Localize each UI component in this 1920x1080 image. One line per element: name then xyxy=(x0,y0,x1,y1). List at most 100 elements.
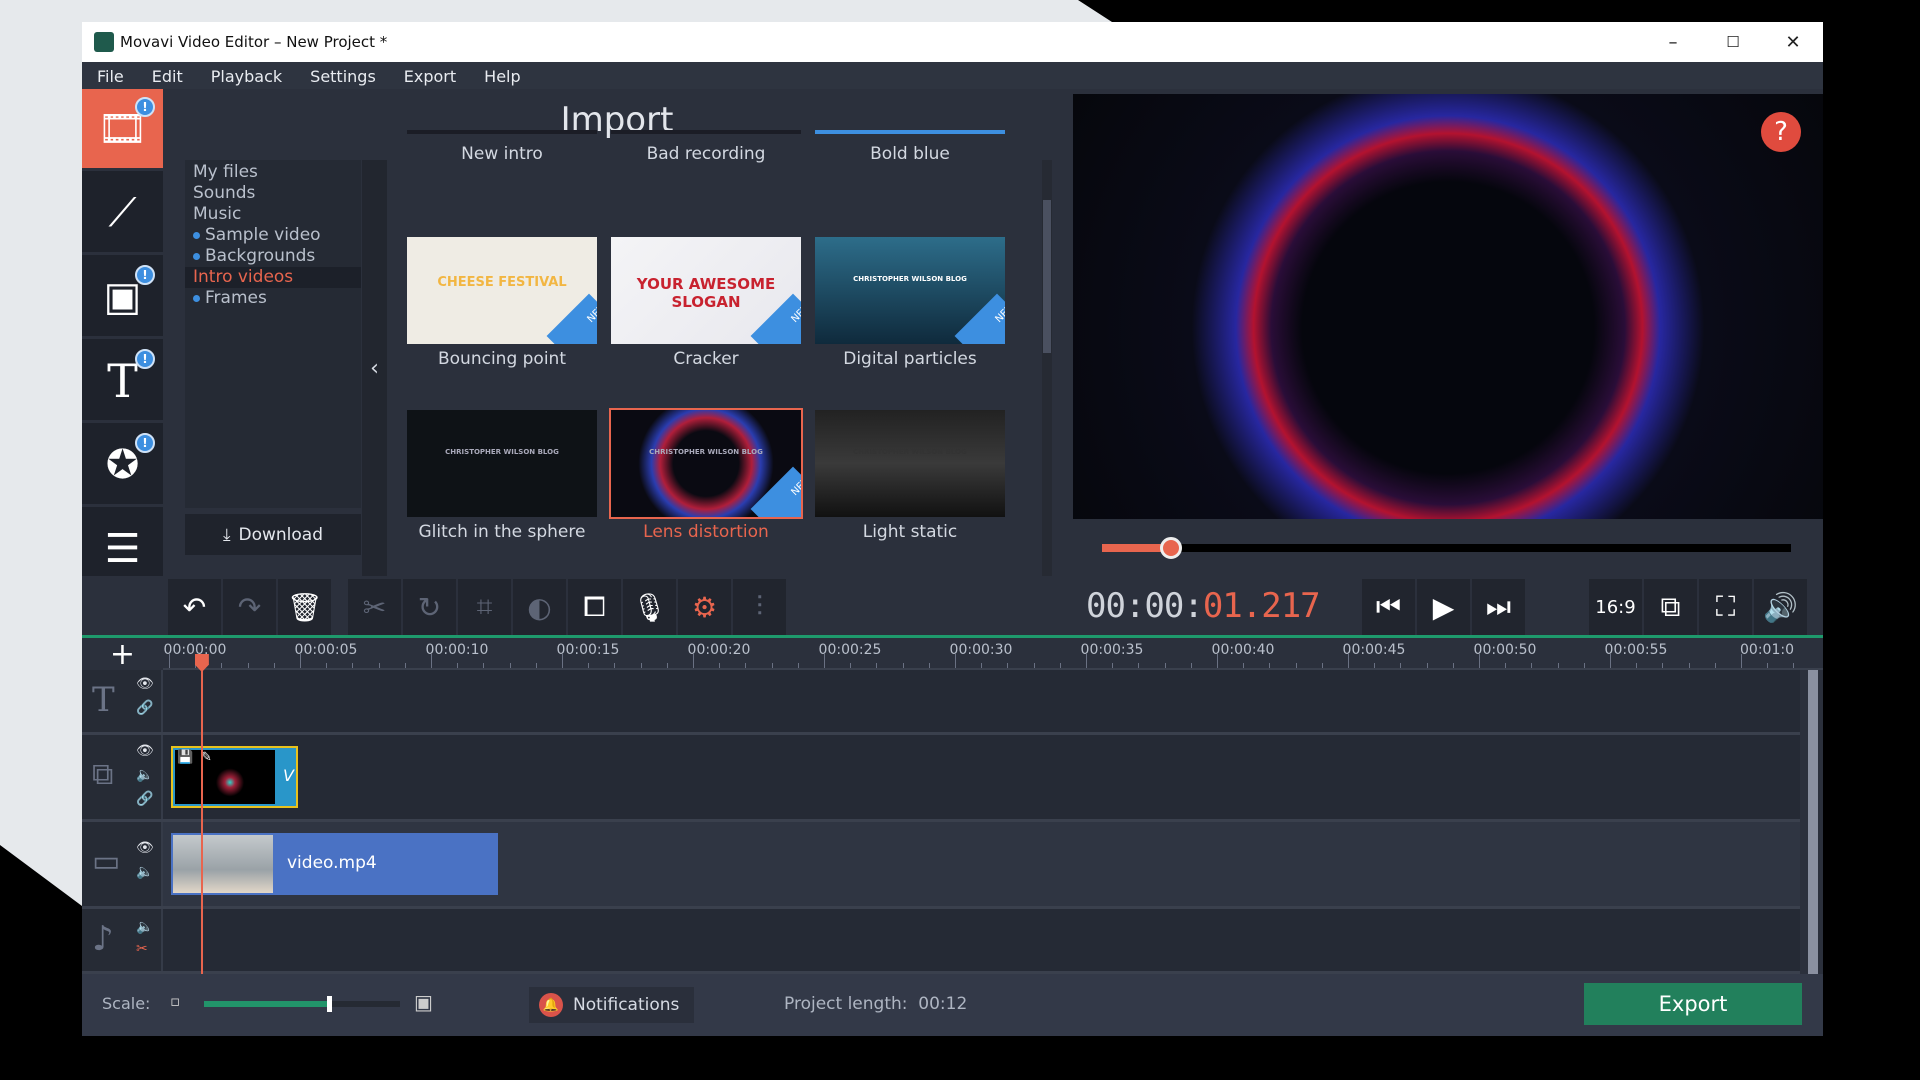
seek-handle[interactable] xyxy=(1159,537,1182,559)
menu-export[interactable]: Export xyxy=(389,62,469,89)
speaker-icon[interactable]: 🔈 xyxy=(136,919,153,935)
speaker-icon[interactable]: 🔈 xyxy=(136,767,153,783)
playhead[interactable] xyxy=(200,662,203,994)
ruler-tick xyxy=(1688,663,1690,668)
library-scrollbar[interactable] xyxy=(1042,160,1052,576)
play-icon: ▶ xyxy=(1432,590,1455,624)
unlink-icon[interactable]: ✂ xyxy=(136,941,148,957)
intro-thumbnail[interactable] xyxy=(611,130,801,134)
cut-button[interactable]: ✂ xyxy=(348,579,401,635)
redo-button[interactable]: ↷ xyxy=(223,579,276,635)
sidebar-effects[interactable]: ⟋ xyxy=(82,173,163,255)
menu-edit[interactable]: Edit xyxy=(137,62,196,89)
sidebar-import[interactable]: 🎞! xyxy=(82,89,163,171)
collapse-panel-button[interactable]: ‹ xyxy=(362,160,387,576)
clip-settings-icon: ⚙ xyxy=(691,590,718,624)
intro-label[interactable]: Bouncing point xyxy=(407,349,597,369)
previous-button[interactable]: ⏮ xyxy=(1362,579,1415,635)
intro-thumbnail[interactable]: YOUR AWESOME SLOGAN NEW xyxy=(611,237,801,344)
detach-preview-button[interactable]: ⧉ xyxy=(1644,579,1697,635)
intro-label[interactable]: Cracker xyxy=(611,349,801,369)
crop-button[interactable]: ⌗ xyxy=(458,579,511,635)
intro-label[interactable]: Glitch in the sphere xyxy=(407,522,597,542)
ruler-tick xyxy=(1164,663,1166,668)
download-button[interactable]: ⤓ Download xyxy=(185,514,361,555)
intro-label[interactable]: Bold blue xyxy=(815,144,1005,164)
intro-label[interactable]: New intro xyxy=(407,144,597,164)
video-clip[interactable]: video.mp4 xyxy=(171,833,498,895)
zoom-in-icon[interactable]: ▣ xyxy=(414,990,433,1014)
timeline-ruler[interactable]: 00:00:00 00:00:05 00:00:10 00:00:15 00:00:20… xyxy=(163,638,1823,670)
rotate-button[interactable]: ↻ xyxy=(403,579,456,635)
sidebar-more[interactable]: ☰ xyxy=(82,509,163,591)
ruler-tick xyxy=(483,663,485,668)
fullscreen-button[interactable]: ⛶ xyxy=(1699,579,1752,635)
speaker-icon[interactable]: 🔈 xyxy=(136,864,153,880)
category-item[interactable]: Frames xyxy=(185,288,361,309)
menu-settings[interactable]: Settings xyxy=(295,62,389,89)
category-item[interactable]: Sounds xyxy=(185,183,361,204)
intro-label[interactable]: Lens distortion xyxy=(611,522,801,542)
notifications-button[interactable]: 🔔 Notifications xyxy=(529,987,694,1023)
intro-thumbnail[interactable]: CHRISTOPHER WILSON BLOG xyxy=(815,410,1005,517)
sidebar-filters[interactable]: ▣! xyxy=(82,257,163,339)
scrollbar-thumb[interactable] xyxy=(1043,200,1051,353)
link-icon[interactable]: 🔗 xyxy=(136,791,153,807)
scale-handle[interactable] xyxy=(327,996,333,1012)
category-item[interactable]: Music xyxy=(185,204,361,225)
export-button[interactable]: Export xyxy=(1584,983,1802,1025)
sidebar-titles[interactable]: T! xyxy=(82,341,163,423)
equalizer-button[interactable]: ⫶ xyxy=(733,579,786,635)
sidebar-stickers[interactable]: ✪! xyxy=(82,425,163,507)
new-badge: NEW xyxy=(546,293,597,344)
clip-label: video.mp4 xyxy=(287,853,377,873)
intro-thumbnail[interactable]: CHEESE FESTIVAL NEW xyxy=(407,237,597,344)
category-item[interactable]: Intro videos xyxy=(185,267,361,288)
scale-slider[interactable] xyxy=(204,996,400,1012)
overlay-clip[interactable]: 💾 ✎ V xyxy=(171,746,298,808)
undo-button[interactable]: ↶ xyxy=(168,579,221,635)
eye-icon[interactable]: 👁 xyxy=(136,743,154,759)
category-item[interactable]: My files xyxy=(185,162,361,183)
close-button[interactable]: ✕ xyxy=(1763,22,1823,62)
menu-file[interactable]: File xyxy=(82,62,137,89)
seek-bar[interactable] xyxy=(1102,537,1791,559)
clip-settings-button[interactable]: ⚙ xyxy=(678,579,731,635)
help-button[interactable]: ? xyxy=(1761,112,1801,152)
category-item[interactable]: Backgrounds xyxy=(185,246,361,267)
play-button[interactable]: ▶ xyxy=(1417,579,1470,635)
add-track-button[interactable]: + xyxy=(82,637,163,672)
delete-button[interactable]: 🗑 xyxy=(278,579,331,635)
color-adjust-button[interactable]: ◐ xyxy=(513,579,566,635)
save-icon[interactable]: 💾 xyxy=(177,750,193,765)
ruler-tick xyxy=(797,663,799,668)
transition-button[interactable]: ⧠ xyxy=(568,579,621,635)
ruler-label: 00:00:15 xyxy=(556,642,620,658)
intro-thumbnail[interactable] xyxy=(815,130,1005,134)
zoom-out-icon[interactable]: ▫ xyxy=(170,992,180,1010)
menu-playback[interactable]: Playback xyxy=(196,62,295,89)
intro-label[interactable]: Bad recording xyxy=(611,144,801,164)
intro-thumbnail[interactable]: CHRISTOPHER WILSON BLOG NEW xyxy=(815,237,1005,344)
eye-icon[interactable]: 👁 xyxy=(136,840,154,856)
intro-thumbnail[interactable]: CHRISTOPHER WILSON BLOG NEW xyxy=(609,408,803,519)
category-item[interactable]: Sample video xyxy=(185,225,361,246)
microphone-button[interactable]: 🎙 xyxy=(623,579,676,635)
menu-help[interactable]: Help xyxy=(469,62,533,89)
link-icon[interactable]: 🔗 xyxy=(136,700,153,716)
aspect-ratio-button[interactable]: 16:9 xyxy=(1589,579,1642,635)
volume-button[interactable]: 🔊 xyxy=(1754,579,1807,635)
intro-thumbnail[interactable] xyxy=(407,130,597,134)
eye-icon[interactable]: 👁 xyxy=(136,676,154,692)
timeline-scrollbar[interactable] xyxy=(1808,670,1818,995)
minimize-button[interactable]: – xyxy=(1643,22,1703,62)
rotate-icon: ↻ xyxy=(417,590,442,624)
intro-label[interactable]: Digital particles xyxy=(815,349,1005,369)
app-window: Movavi Video Editor – New Project * – ☐ … xyxy=(82,22,1823,1036)
intro-label[interactable]: Light static xyxy=(815,522,1005,542)
ruler-tick xyxy=(1033,663,1035,668)
intro-thumbnail[interactable]: CHRISTOPHER WILSON BLOG xyxy=(407,410,597,517)
next-button[interactable]: ⏭ xyxy=(1472,579,1525,635)
ruler-tick xyxy=(1741,654,1742,668)
maximize-button[interactable]: ☐ xyxy=(1703,22,1763,62)
